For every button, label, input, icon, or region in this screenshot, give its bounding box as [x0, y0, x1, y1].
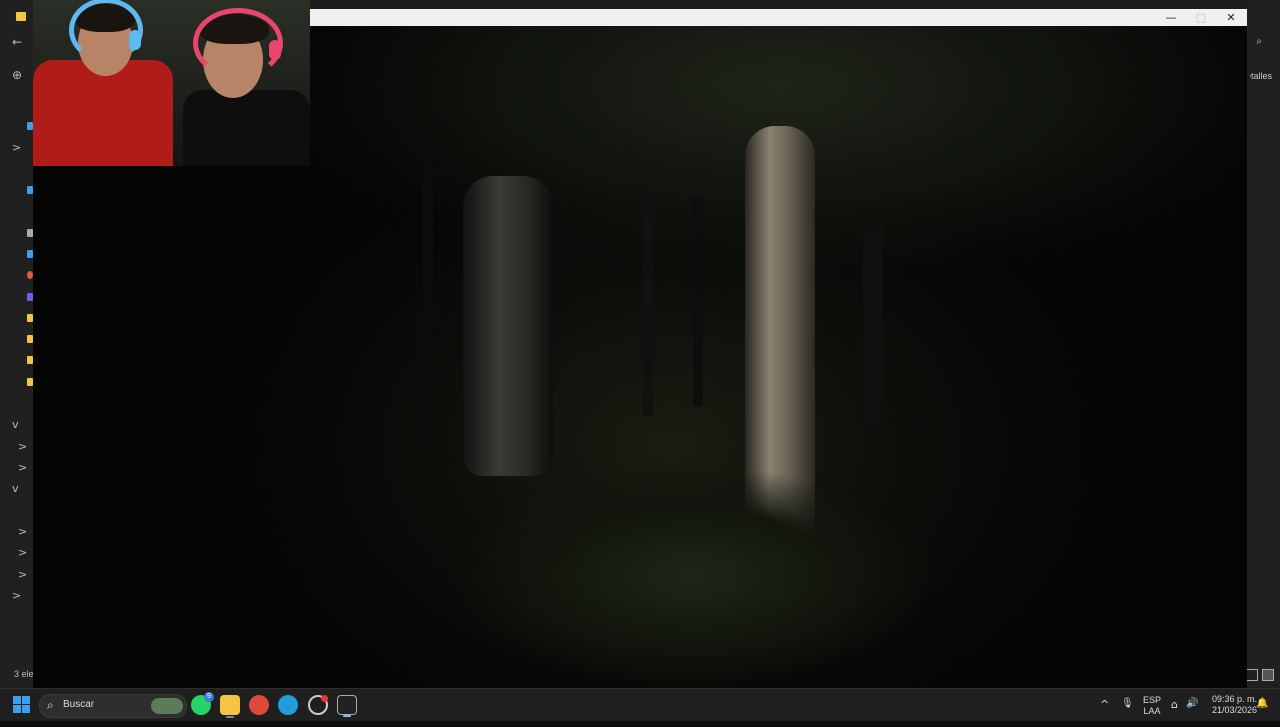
expand-chevron-5[interactable]: v	[12, 483, 19, 495]
expand-chevron-4[interactable]: >	[18, 462, 27, 474]
expand-chevron-6[interactable]: >	[18, 526, 27, 538]
recording-dot	[321, 695, 328, 702]
chrome-icon[interactable]	[249, 695, 269, 715]
new-item-icon[interactable]: ⊕	[12, 69, 22, 81]
details-view-icon[interactable]	[1246, 669, 1258, 681]
game-app-icon[interactable]	[337, 695, 357, 717]
notification-bell-icon[interactable]: 🔔	[1256, 698, 1268, 709]
background-tree	[423, 146, 433, 446]
windows-start-icon[interactable]	[12, 695, 32, 715]
clock-time: 09:36 p. m.	[1211, 694, 1257, 704]
whatsapp-icon[interactable]: 9	[191, 692, 214, 715]
microphone-icon[interactable]: 🎙	[1121, 698, 1134, 709]
streamer-right-shirt	[183, 90, 310, 166]
explorer-right-edge: ⌕ Detalles	[1246, 0, 1280, 688]
webcam-overlay	[33, 0, 310, 166]
show-hidden-icons-chevron[interactable]: ^	[1100, 698, 1109, 711]
active-indicator	[226, 716, 234, 718]
search-icon: ⌕	[47, 698, 54, 712]
taskbar-search-box[interactable]: ⌕ Buscar	[39, 694, 187, 718]
expand-chevron-3[interactable]: >	[18, 441, 27, 453]
language-bottom: LAA	[1143, 706, 1161, 716]
language-top: ESP	[1142, 695, 1161, 705]
volume-icon[interactable]: 🔊	[1186, 698, 1198, 709]
clock-date: 21/03/2026	[1211, 705, 1257, 715]
edge-icon[interactable]	[278, 695, 298, 715]
active-indicator	[343, 715, 351, 717]
game-window-titlebar[interactable]: — □ ✕	[310, 9, 1247, 26]
obs-icon[interactable]	[308, 695, 328, 715]
folder-icon	[16, 12, 26, 21]
expand-chevron-1[interactable]: >	[12, 142, 21, 154]
background-tree	[693, 196, 703, 406]
expand-chevron-7[interactable]: >	[18, 547, 27, 559]
back-arrow-icon[interactable]: ←	[12, 36, 22, 48]
language-indicator[interactable]: ESP LAA	[1140, 695, 1164, 727]
status-item-count: 3 elementos	[14, 669, 34, 679]
close-button[interactable]: ✕	[1216, 9, 1246, 26]
taskbar: ⌕ Buscar 9 ^ 🎙 ESP LAA ⌂ 🔊 09:36 p. m. 2…	[0, 688, 1280, 721]
expand-chevron-8[interactable]: >	[18, 569, 27, 581]
explorer-nav-pane: ← ⊕ > v > > v > > > > 3 elementos	[0, 0, 34, 688]
right-headset-cup	[269, 40, 281, 60]
background-tree	[643, 186, 653, 416]
streamer-right	[173, 0, 310, 166]
expand-chevron-9[interactable]: >	[12, 590, 21, 602]
tiles-view-icon[interactable]	[1262, 669, 1274, 681]
streamer-left	[33, 0, 173, 166]
flashlight-grass	[453, 466, 933, 688]
search-highlight-image	[151, 698, 183, 714]
maximize-button[interactable]: □	[1186, 9, 1216, 26]
search-placeholder: Buscar	[63, 699, 95, 710]
expand-chevron-2[interactable]: v	[12, 419, 19, 431]
clock[interactable]: 09:36 p. m. 21/03/2026	[1205, 694, 1257, 726]
minimize-button[interactable]: —	[1156, 9, 1186, 26]
background-tree	[863, 226, 883, 426]
network-icon[interactable]: ⌂	[1171, 698, 1178, 711]
search-icon[interactable]: ⌕	[1256, 36, 1262, 47]
left-headset-cup	[129, 30, 141, 50]
tree-trunk-left	[463, 176, 553, 476]
whatsapp-unread-badge: 9	[204, 692, 214, 702]
file-explorer-icon[interactable]	[220, 695, 240, 718]
details-pane-label[interactable]: Detalles	[1250, 71, 1272, 81]
